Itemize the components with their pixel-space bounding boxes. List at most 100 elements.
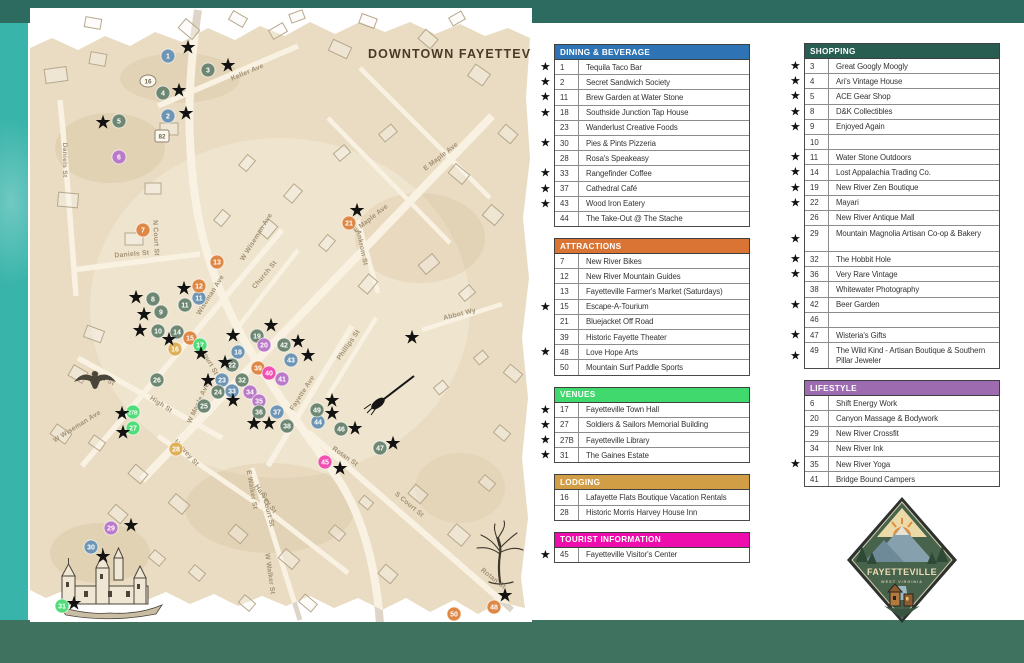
legend-table-title: LIFESTYLE — [804, 380, 1000, 396]
legend-row: 29New River Crossfit — [805, 426, 999, 441]
legend-row: 46 — [805, 312, 999, 327]
legend-row: 10 — [805, 134, 999, 149]
legend-table-title: DINING & BEVERAGE — [554, 44, 750, 60]
legend-row-name: The Hobbit Hole — [829, 252, 999, 266]
svg-text:20: 20 — [260, 342, 268, 349]
legend-row-number: 20 — [805, 411, 829, 425]
svg-text:39: 39 — [254, 365, 262, 372]
route-shield-82: 82 — [155, 130, 169, 142]
legend-table-title: ATTRACTIONS — [554, 238, 750, 254]
legend-row: ★14Lost Appalachia Trading Co. — [805, 164, 999, 179]
legend-row-number: 46 — [805, 313, 829, 327]
star-icon: ★ — [790, 457, 801, 471]
legend-row-name: Mayari — [829, 196, 999, 210]
legend-row-name: Fayetteville Visitor's Center — [579, 548, 749, 562]
legend-row: ★11Water Stone Outdoors — [805, 149, 999, 164]
map-marker-11-shopping: 11 — [178, 298, 192, 312]
map-star-icon: ★ — [160, 329, 177, 351]
legend-table-dining-beverage: DINING & BEVERAGE★1Tequila Taco Bar★2Sec… — [554, 44, 750, 227]
legend-row-name: Secret Sandwich Society — [579, 75, 749, 89]
star-icon: ★ — [790, 328, 801, 342]
legend-row: 50Mountain Surf Paddle Sports — [555, 359, 749, 374]
legend-row: ★15Escape-A-Tourium — [555, 299, 749, 314]
svg-text:47: 47 — [376, 445, 384, 452]
map-star-icon: ★ — [131, 320, 148, 342]
legend-row: 21Bluejacket Off Road — [555, 314, 749, 329]
star-icon: ★ — [540, 136, 551, 150]
legend-table-lodging: LODGING16Lafayette Flats Boutique Vacati… — [554, 474, 750, 520]
legend-table-title: TOURIST INFORMATION — [554, 532, 750, 548]
legend-row-name: The Take-Out @ The Stache — [579, 212, 749, 226]
star-icon: ★ — [540, 299, 551, 313]
svg-text:15: 15 — [186, 335, 194, 342]
legend-table-title: SHOPPING — [804, 43, 1000, 59]
svg-text:1: 1 — [166, 53, 170, 60]
svg-text:11: 11 — [195, 295, 203, 302]
legend-row-number: 5 — [805, 89, 829, 103]
legend-row: 38Whitewater Photography — [805, 281, 999, 296]
map-marker-9-shopping: 9 — [154, 305, 168, 319]
star-icon: ★ — [540, 181, 551, 195]
legend-row-name: Shift Energy Work — [829, 396, 999, 410]
map-star-icon: ★ — [262, 315, 279, 337]
legend-row-name: The Gaines Estate — [579, 448, 749, 462]
legend-row: ★30Pies & Pints Pizzeria — [555, 135, 749, 150]
map-star-icon: ★ — [323, 403, 340, 425]
legend-row: ★36Very Rare Vintage — [805, 266, 999, 281]
legend-row: ★5ACE Gear Shop — [805, 88, 999, 103]
building-outline — [145, 183, 161, 194]
legend-row-number: 6 — [805, 396, 829, 410]
legend-row: ★4Ari's Vintage House — [805, 73, 999, 88]
map-star-icon: ★ — [170, 80, 187, 102]
legend-row: 12New River Mountain Guides — [555, 268, 749, 283]
building-outline — [84, 17, 101, 30]
legend-row-number: 3 — [805, 59, 829, 73]
legend-row-number: 4 — [805, 74, 829, 88]
legend-row: 28Historic Morris Harvey House Inn — [555, 505, 749, 520]
star-icon: ★ — [540, 197, 551, 211]
legend-row: ★1Tequila Taco Bar — [555, 60, 749, 74]
map-marker-50-attractions: 50 — [447, 607, 461, 621]
map-star-icon: ★ — [346, 418, 363, 440]
map-star-icon: ★ — [192, 343, 209, 365]
svg-text:26: 26 — [153, 377, 161, 384]
map-canvas: Keller AveDaniels StDaniels StN Court St… — [30, 8, 532, 622]
legend-table-body: ★1Tequila Taco Bar★2Secret Sandwich Soci… — [554, 60, 750, 227]
legend-row-name: Wood Iron Eatery — [579, 197, 749, 211]
map-marker-40-tourist: 40 — [262, 366, 276, 380]
map-star-icon: ★ — [175, 278, 192, 300]
svg-text:5: 5 — [117, 118, 121, 125]
legend-row: ★27Soldiers & Sailors Memorial Building — [555, 417, 749, 432]
legend-row-number: 42 — [805, 298, 829, 312]
legend-row-name: Water Stone Outdoors — [829, 150, 999, 164]
svg-text:46: 46 — [337, 426, 345, 433]
legend-row-number: 16 — [555, 490, 579, 504]
legend-row: ★49The Wild Kind - Artisan Boutique & So… — [805, 342, 999, 368]
legend-row-name: Fayetteville Library — [579, 433, 749, 447]
legend-row-name — [829, 313, 999, 327]
legend-row-name: ACE Gear Shop — [829, 89, 999, 103]
legend-row-number: 48 — [555, 345, 579, 359]
map-marker-6-lifestyle: 6 — [112, 150, 126, 164]
legend-row-number: 9 — [805, 120, 829, 134]
legend-row-name: Canyon Massage & Bodywork — [829, 411, 999, 425]
legend-row: ★27BFayetteville Library — [555, 432, 749, 447]
legend-row-number: 14 — [805, 165, 829, 179]
legend-row-name: Soldiers & Sailors Memorial Building — [579, 418, 749, 432]
legend-row-name — [829, 135, 999, 149]
legend-row-number: 49 — [805, 343, 829, 368]
badge-title: FAYETTEVILLE — [867, 567, 937, 577]
svg-text:25: 25 — [200, 403, 208, 410]
legend-row-number: 43 — [555, 197, 579, 211]
star-icon: ★ — [790, 104, 801, 118]
legend-row-name: New River Antique Mall — [829, 211, 999, 225]
map-star-icon: ★ — [348, 200, 365, 222]
star-icon: ★ — [790, 348, 801, 362]
map-marker-7-attractions: 7 — [136, 223, 150, 237]
svg-text:13: 13 — [213, 259, 221, 266]
map-marker-25-shopping: 25 — [197, 399, 211, 413]
svg-text:38: 38 — [283, 423, 291, 430]
legend-row-name: Lafayette Flats Boutique Vacation Rental… — [579, 490, 749, 504]
fayetteville-badge: FAYETTEVILLE WEST VIRGINIA — [846, 496, 958, 624]
svg-text:34: 34 — [246, 389, 254, 396]
